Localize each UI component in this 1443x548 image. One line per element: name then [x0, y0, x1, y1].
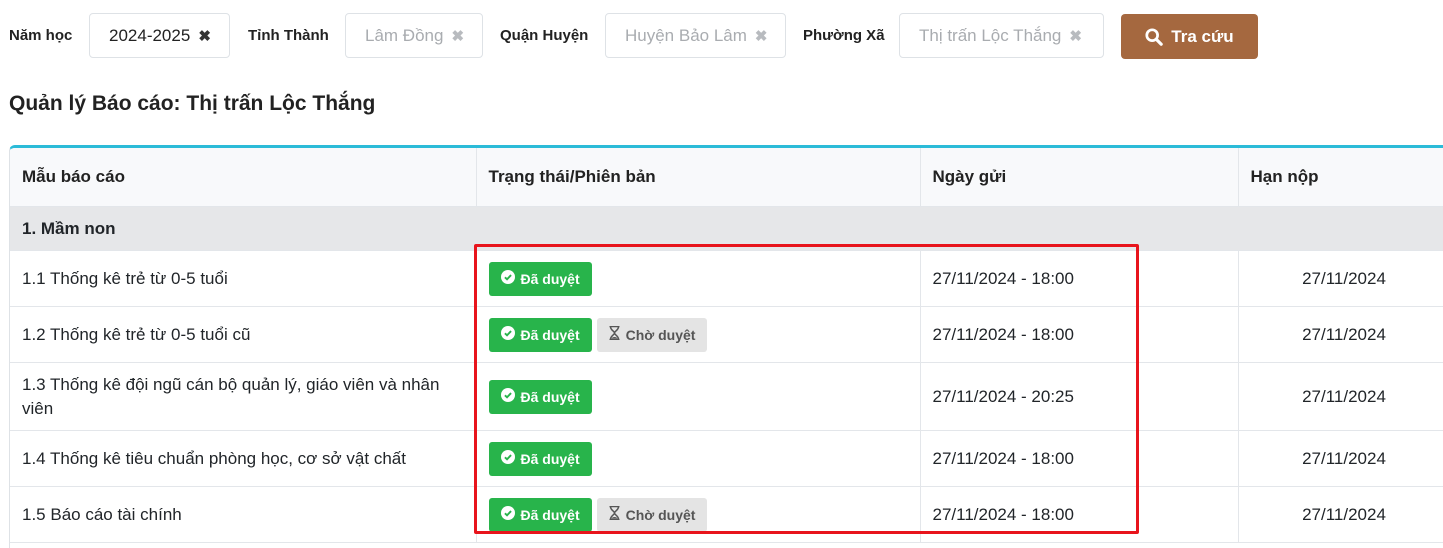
- report-name[interactable]: 1.2 Thống kê trẻ từ 0-5 tuổi cũ: [10, 306, 477, 363]
- approved-badge[interactable]: Đã duyệt: [488, 317, 592, 352]
- table-row: 1.3 Thống kê đội ngũ cán bộ quản lý, giá…: [10, 362, 1443, 431]
- group-row: 1. Mầm non: [10, 206, 1443, 251]
- filter-bar: Năm học 2024-2025 ✖ Tỉnh Thành Lâm Đồng …: [0, 0, 1443, 72]
- check-circle-icon: [500, 450, 515, 467]
- approved-badge[interactable]: Đã duyệt: [488, 497, 592, 532]
- pending-badge[interactable]: Chờ duyệt: [596, 497, 708, 532]
- table-header-row: Mẫu báo cáo Trạng thái/Phiên bản Ngày gử…: [10, 148, 1443, 207]
- ward-value: Thị trấn Lộc Thắng: [919, 25, 1062, 45]
- table-row: 1.1 Thống kê trẻ từ 0-5 tuổi Đã duyệt 27…: [10, 250, 1443, 307]
- year-select[interactable]: 2024-2025 ✖: [89, 13, 230, 58]
- year-label: Năm học: [9, 27, 73, 44]
- header-due-date: Hạn nộp: [1238, 148, 1443, 207]
- year-value: 2024-2025: [109, 25, 191, 45]
- clear-year-icon[interactable]: ✖: [198, 27, 211, 45]
- district-label: Quận Huyện: [500, 27, 589, 44]
- due-date: 27/11/2024: [1238, 306, 1443, 363]
- sent-date: 27/11/2024 - 20:25: [920, 362, 1239, 431]
- clear-district-icon[interactable]: ✖: [755, 27, 768, 45]
- report-name[interactable]: 1.1 Thống kê trẻ từ 0-5 tuổi: [10, 250, 477, 307]
- due-date: 27/11/2024: [1238, 250, 1443, 307]
- table-row: 1.5 Báo cáo tài chính Đã duyệt Chờ duyệt…: [10, 486, 1443, 543]
- report-table: Mẫu báo cáo Trạng thái/Phiên bản Ngày gử…: [10, 148, 1443, 543]
- district-select[interactable]: Huyện Bảo Lâm ✖: [605, 13, 786, 58]
- approved-label: Đã duyệt: [520, 450, 580, 467]
- due-date: 27/11/2024: [1238, 362, 1443, 431]
- hourglass-icon: [609, 325, 620, 343]
- header-template: Mẫu báo cáo: [10, 148, 477, 207]
- district-value: Huyện Bảo Lâm: [625, 25, 747, 45]
- check-circle-icon: [500, 388, 515, 405]
- header-sent-date: Ngày gửi: [920, 148, 1239, 207]
- approved-badge[interactable]: Đã duyệt: [488, 261, 592, 296]
- approved-label: Đã duyệt: [520, 270, 580, 287]
- clear-province-icon[interactable]: ✖: [451, 27, 464, 45]
- province-value: Lâm Đồng: [365, 25, 444, 45]
- check-circle-icon: [500, 506, 515, 523]
- approved-badge[interactable]: Đã duyệt: [488, 379, 592, 414]
- search-button[interactable]: Tra cứu: [1121, 14, 1258, 59]
- check-circle-icon: [500, 270, 515, 287]
- group-title: 1. Mầm non: [10, 206, 1443, 251]
- search-icon: [1145, 27, 1164, 46]
- search-button-label: Tra cứu: [1171, 26, 1234, 46]
- report-name[interactable]: 1.5 Báo cáo tài chính: [10, 486, 477, 543]
- sent-date: 27/11/2024 - 18:00: [920, 486, 1239, 543]
- province-label: Tỉnh Thành: [248, 27, 329, 44]
- sent-date: 27/11/2024 - 18:00: [920, 306, 1239, 363]
- pending-label: Chờ duyệt: [625, 326, 696, 343]
- sent-date: 27/11/2024 - 18:00: [920, 250, 1239, 307]
- ward-select[interactable]: Thị trấn Lộc Thắng ✖: [899, 13, 1104, 58]
- approved-label: Đã duyệt: [520, 506, 580, 523]
- hourglass-icon: [609, 505, 620, 523]
- report-name[interactable]: 1.3 Thống kê đội ngũ cán bộ quản lý, giá…: [10, 362, 477, 431]
- report-table-card: Mẫu báo cáo Trạng thái/Phiên bản Ngày gử…: [9, 145, 1443, 548]
- approved-label: Đã duyệt: [520, 326, 580, 343]
- sent-date: 27/11/2024 - 18:00: [920, 430, 1239, 487]
- ward-label: Phường Xã: [803, 27, 885, 44]
- pending-label: Chờ duyệt: [625, 506, 696, 523]
- page-title: Quản lý Báo cáo: Thị trấn Lộc Thắng: [9, 92, 376, 115]
- report-name[interactable]: 1.4 Thống kê tiêu chuẩn phòng học, cơ sở…: [10, 430, 477, 487]
- due-date: 27/11/2024: [1238, 430, 1443, 487]
- table-row: 1.4 Thống kê tiêu chuẩn phòng học, cơ sở…: [10, 430, 1443, 487]
- header-status: Trạng thái/Phiên bản: [476, 148, 921, 207]
- check-circle-icon: [500, 326, 515, 343]
- approved-label: Đã duyệt: [520, 388, 580, 405]
- pending-badge[interactable]: Chờ duyệt: [596, 317, 708, 352]
- clear-ward-icon[interactable]: ✖: [1069, 27, 1082, 45]
- province-select[interactable]: Lâm Đồng ✖: [345, 13, 483, 58]
- approved-badge[interactable]: Đã duyệt: [488, 441, 592, 476]
- due-date: 27/11/2024: [1238, 486, 1443, 543]
- table-row: 1.2 Thống kê trẻ từ 0-5 tuổi cũ Đã duyệt…: [10, 306, 1443, 363]
